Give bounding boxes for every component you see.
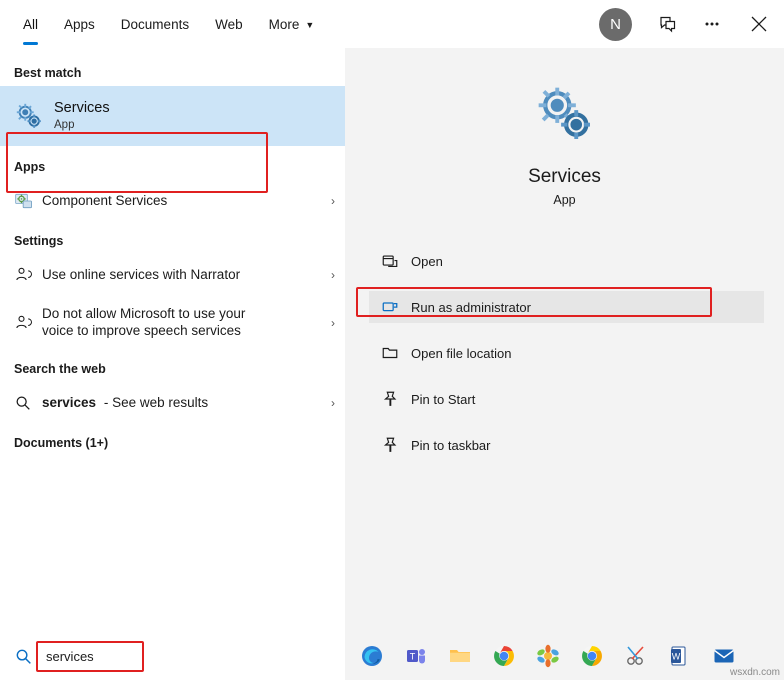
- settings-person-icon: [14, 313, 42, 333]
- snip-sketch-icon[interactable]: [623, 643, 649, 669]
- component-services-icon: [14, 191, 42, 211]
- preview-pane: Services App Open Run as administrator O…: [345, 48, 784, 632]
- action-open-file-location[interactable]: Open file location: [381, 337, 756, 369]
- chrome-icon[interactable]: [491, 643, 517, 669]
- tab-more-label: More: [268, 16, 300, 32]
- web-query: services: [42, 394, 97, 410]
- web-header: Search the web: [14, 362, 106, 376]
- tab-web-label: Web: [215, 16, 243, 32]
- tab-documents-label: Documents: [120, 16, 190, 32]
- avatar[interactable]: N: [599, 7, 632, 41]
- feedback-icon[interactable]: [646, 0, 690, 48]
- close-icon[interactable]: [734, 0, 784, 48]
- result-setting-voice[interactable]: Do not allow Microsoft to use your voice…: [0, 296, 345, 350]
- tab-web[interactable]: Web: [202, 0, 256, 48]
- svg-text:T: T: [410, 652, 416, 662]
- windows-search-flyout: All Apps Documents Web More ▼ N Best mat…: [0, 0, 784, 680]
- app-hero: Services App: [345, 48, 784, 207]
- file-explorer-icon[interactable]: [447, 643, 473, 669]
- tab-documents[interactable]: Documents: [108, 0, 202, 48]
- action-pin-to-taskbar-label: Pin to taskbar: [411, 437, 491, 453]
- taskbar-search-area[interactable]: [0, 632, 345, 680]
- best-match-text: Services App: [54, 99, 110, 133]
- action-open-label: Open: [411, 253, 443, 269]
- result-label: Do not allow Microsoft to use your voice…: [42, 306, 245, 340]
- avatar-initial: N: [610, 15, 621, 33]
- action-open[interactable]: Open: [381, 245, 756, 277]
- pin-icon: [381, 436, 411, 454]
- result-best-match-services[interactable]: Services App: [0, 86, 345, 146]
- tab-all-label: All: [23, 16, 39, 32]
- photos-icon[interactable]: [535, 643, 561, 669]
- tab-all[interactable]: All: [10, 0, 51, 48]
- open-window-icon: [381, 252, 411, 270]
- search-filter-tabs: All Apps Documents Web More ▼: [0, 0, 327, 48]
- teams-icon[interactable]: T: [403, 643, 429, 669]
- tab-apps-label: Apps: [64, 16, 95, 32]
- apps-header: Apps: [14, 160, 46, 174]
- result-setting-narrator[interactable]: Use online services with Narrator ›: [0, 254, 345, 296]
- setting-narrator-label: Use online services with Narrator: [42, 266, 241, 282]
- services-gears-icon: [345, 82, 784, 146]
- best-match-title: Services: [54, 100, 110, 117]
- result-web-services[interactable]: services - See web results ›: [0, 382, 345, 424]
- result-label: services - See web results: [42, 395, 208, 412]
- search-icon: [14, 394, 42, 412]
- setting-voice-line2: voice to improve speech services: [42, 323, 241, 338]
- action-run-as-administrator[interactable]: Run as administrator: [356, 287, 764, 323]
- folder-icon: [381, 344, 411, 362]
- search-filter-bar: All Apps Documents Web More ▼ N: [0, 0, 784, 48]
- shield-run-icon: [381, 298, 411, 316]
- settings-header: Settings: [14, 234, 64, 248]
- app-actions-list: Open Run as administrator Open file loca…: [345, 245, 784, 461]
- settings-person-icon: [14, 265, 42, 285]
- result-label: Component Services: [42, 193, 167, 210]
- svg-text:W: W: [672, 652, 681, 662]
- pin-icon: [381, 390, 411, 408]
- action-pin-to-start-label: Pin to Start: [411, 391, 476, 407]
- setting-voice-line1: Do not allow Microsoft to use your: [42, 306, 246, 322]
- topbar-right-group: N: [599, 0, 784, 48]
- action-open-file-location-label: Open file location: [411, 345, 512, 361]
- tab-more[interactable]: More ▼: [256, 0, 328, 48]
- action-pin-to-start[interactable]: Pin to Start: [381, 383, 756, 415]
- preview-app-type: App: [553, 193, 576, 207]
- search-results-pane: Best match Services App Apps Component S…: [0, 48, 345, 632]
- chevron-right-icon[interactable]: ›: [331, 316, 335, 330]
- search-input[interactable]: [46, 648, 226, 664]
- preview-app-title: Services: [528, 166, 601, 187]
- chevron-right-icon[interactable]: ›: [331, 396, 335, 410]
- result-label: Use online services with Narrator: [42, 267, 240, 284]
- best-match-header: Best match: [14, 66, 82, 80]
- chevron-right-icon[interactable]: ›: [331, 268, 335, 282]
- chrome-canary-icon[interactable]: [579, 643, 605, 669]
- mail-icon[interactable]: [711, 643, 737, 669]
- best-match-subtitle: App: [54, 119, 75, 132]
- word-icon[interactable]: W: [667, 643, 693, 669]
- tab-apps[interactable]: Apps: [51, 0, 108, 48]
- web-suffix: - See web results: [103, 394, 209, 410]
- result-component-services[interactable]: Component Services ›: [0, 180, 345, 222]
- action-run-as-administrator-label: Run as administrator: [411, 299, 531, 315]
- chevron-down-icon: ▼: [305, 20, 315, 30]
- action-pin-to-taskbar[interactable]: Pin to taskbar: [381, 429, 756, 461]
- ellipsis-icon[interactable]: [690, 0, 734, 48]
- watermark: wsxdn.com: [729, 667, 780, 678]
- search-magnifier-icon: [0, 647, 46, 666]
- documents-header: Documents (1+): [14, 436, 109, 450]
- services-gears-icon: [14, 101, 54, 131]
- component-services-label: Component Services: [42, 192, 168, 208]
- edge-icon[interactable]: [359, 643, 385, 669]
- chevron-right-icon[interactable]: ›: [331, 194, 335, 208]
- taskbar-app-icons: T W: [345, 643, 737, 669]
- taskbar: T: [0, 632, 784, 680]
